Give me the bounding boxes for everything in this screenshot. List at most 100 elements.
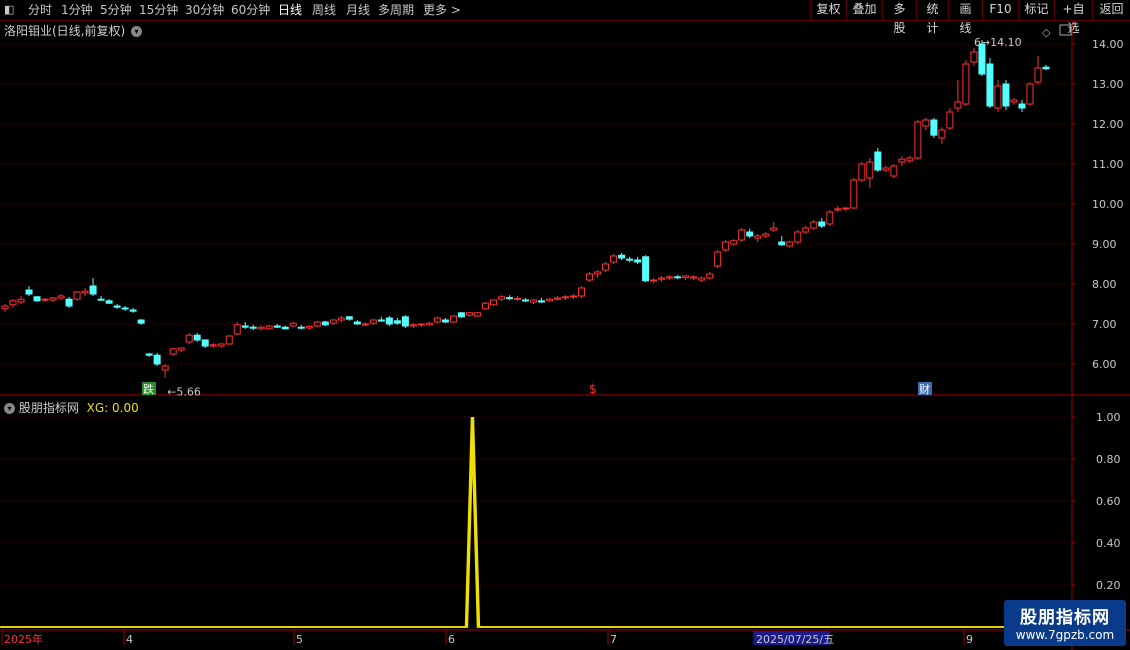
price-tick-label: 12.00 (1092, 118, 1124, 131)
candle (121, 306, 129, 312)
candle (385, 316, 393, 326)
candle-body (129, 309, 137, 312)
candle-body (906, 157, 914, 162)
candle (1042, 64, 1050, 70)
candle (890, 164, 898, 178)
candle (185, 332, 193, 344)
indicator-tick-label: 0.20 (1096, 579, 1121, 592)
candle (401, 315, 409, 328)
candle-body (634, 259, 642, 263)
candle (265, 324, 273, 330)
candle (586, 272, 594, 282)
candle (1010, 98, 1018, 105)
candle-body (153, 354, 161, 365)
candle-body (1042, 66, 1050, 70)
candle-body (137, 319, 145, 324)
candle (425, 322, 433, 326)
candle (17, 296, 25, 304)
candle (57, 294, 65, 300)
candle (906, 156, 914, 164)
indicator-layer (0, 416, 1073, 628)
candle-body (698, 277, 706, 281)
indicator-name: 股朋指标网 (18, 401, 79, 415)
kline-chart[interactable]: 14.00 13.00 12.00 11.00 10.00 9.00 8.00 7.00 6.0… (0, 0, 1130, 650)
candle (465, 312, 473, 317)
candle-body (1018, 103, 1026, 109)
candle-body (994, 85, 1002, 109)
candle (33, 296, 41, 302)
candle-body (682, 275, 690, 279)
candle-body (329, 319, 337, 324)
candle-body (706, 273, 714, 279)
candle (209, 343, 217, 348)
candle (962, 60, 970, 106)
candle-body (610, 255, 618, 263)
candle-body (586, 273, 594, 281)
candle (602, 262, 610, 272)
candle (289, 322, 297, 328)
candle-body (105, 300, 113, 304)
candle (794, 230, 802, 244)
candle (850, 178, 858, 209)
candle (1026, 82, 1034, 106)
candle (449, 315, 457, 324)
candle (866, 158, 874, 188)
time-axis-label: 7 (610, 633, 617, 646)
candle-body (41, 298, 49, 301)
candle (505, 295, 513, 300)
candle (409, 323, 417, 328)
candle (89, 278, 97, 296)
candle-body (842, 207, 850, 210)
candle (369, 319, 377, 325)
candle-body (305, 325, 313, 329)
time-axis-label: 2025/07/25/五 (756, 633, 834, 646)
candle-body (505, 297, 513, 300)
price-tick-label: 6.00 (1092, 358, 1117, 371)
candle (281, 325, 289, 330)
candle (457, 312, 465, 318)
candle (634, 256, 642, 264)
event-marker: 财 (919, 382, 930, 396)
candle (1002, 80, 1010, 110)
candle-body (1002, 83, 1010, 107)
candle-body (834, 208, 842, 211)
time-axis-label: 5 (296, 633, 303, 646)
indicator-xg-value: XG: 0.00 (86, 401, 139, 415)
candle-body (722, 241, 730, 251)
candle-body (385, 317, 393, 325)
candle (546, 298, 554, 302)
candle-body (738, 229, 746, 241)
candle-body (353, 321, 361, 325)
candle (329, 319, 337, 325)
candle-body (554, 297, 562, 300)
candle (233, 322, 241, 336)
indicator-chevron-icon[interactable]: ▾ (4, 403, 15, 414)
candle (746, 228, 754, 238)
candle-body (562, 296, 570, 299)
candle (738, 228, 746, 242)
candle-body (1034, 67, 1042, 83)
candle (25, 286, 33, 296)
candle-body (986, 63, 994, 107)
candle-body (890, 165, 898, 177)
time-axis-label: 6 (448, 633, 455, 646)
candle (810, 220, 818, 230)
candle (393, 318, 401, 325)
grid-layer (0, 43, 1072, 586)
candle (441, 318, 449, 324)
candle (914, 120, 922, 160)
candle (145, 352, 153, 357)
candle-body (658, 277, 666, 280)
candle (473, 312, 481, 317)
candle-body (922, 119, 930, 127)
candle-body (666, 276, 674, 279)
candle-body (249, 326, 257, 329)
candle (297, 324, 305, 330)
candle (930, 118, 938, 138)
candles-layer (1, 40, 1050, 378)
candle (538, 298, 546, 304)
candle (690, 275, 698, 280)
xg-indicator-line (0, 416, 1072, 628)
candle (241, 322, 249, 329)
candle (161, 364, 169, 378)
